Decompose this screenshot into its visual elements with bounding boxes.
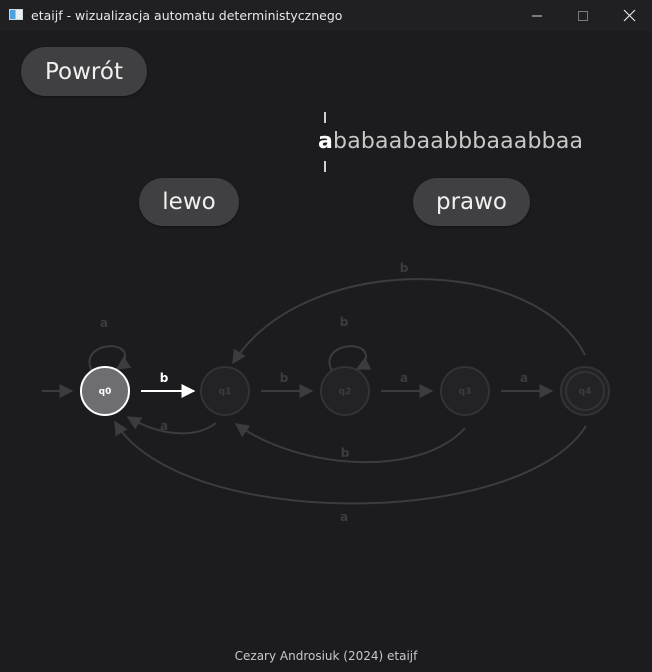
label-q1-q0: a: [160, 419, 168, 433]
label-q3-q1: b: [341, 446, 350, 460]
label-q1-q2: b: [280, 371, 289, 385]
automaton-diagram: a b a b b a a b b a q0 q1 q2 q3 q4: [42, 261, 610, 524]
state-label-q1: q1: [219, 387, 232, 397]
label-q0-q0: a: [100, 316, 108, 330]
edge-q1-q0: [126, 416, 217, 435]
label-q4-q1: b: [400, 261, 409, 275]
state-label-q2: q2: [339, 387, 352, 397]
label-q0-q1: b: [160, 371, 169, 385]
state-label-q4: q4: [579, 387, 592, 397]
state-label-q3: q3: [459, 387, 472, 397]
label-q2-q2: b: [340, 315, 349, 329]
state-label-q0: q0: [99, 387, 112, 397]
label-q2-q3: a: [400, 371, 408, 385]
edge-q4-q1: [232, 278, 586, 365]
edge-q3-q1: [234, 423, 466, 464]
footer-credit: Cezary Androsiuk (2024) etaijf: [234, 649, 418, 663]
label-q4-q0: a: [340, 510, 348, 524]
label-q3-q4: a: [520, 371, 528, 385]
